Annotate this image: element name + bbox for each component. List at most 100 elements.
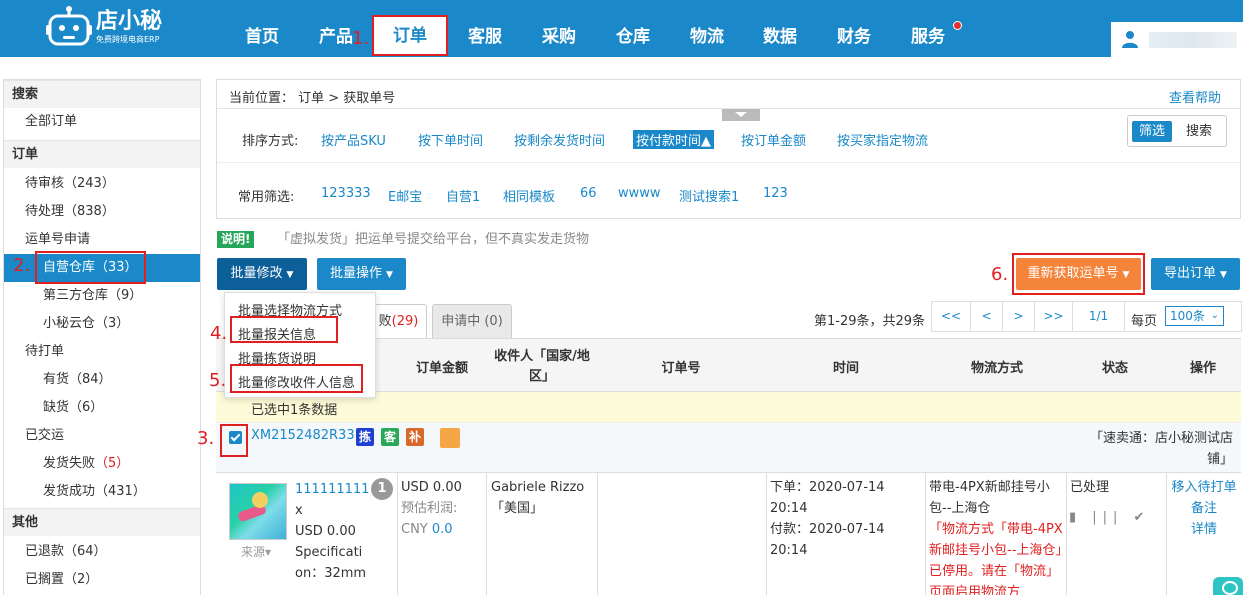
sort-by-remaining-time[interactable]: 按剩余发货时间 xyxy=(514,130,605,149)
logistics-method: 带电-4PX新邮挂号小包--上海仓 xyxy=(929,480,1050,516)
help-link[interactable]: 查看帮助 xyxy=(1169,87,1221,106)
sidebar-item-pending-review[interactable]: 待审核（243） xyxy=(4,170,200,198)
th-status: 状态 xyxy=(1101,361,1128,376)
nav-purchase[interactable]: 采购 xyxy=(536,0,582,57)
sidebar-item-label: 待处理 xyxy=(25,204,65,219)
logo[interactable]: 店小秘 免费跨境电商ERP xyxy=(46,6,162,48)
filter-chip[interactable]: 测试搜索1 xyxy=(679,186,739,205)
filter-chip[interactable]: 66 xyxy=(580,186,597,201)
product-link[interactable]: 111111111 xyxy=(295,482,369,497)
logo-name: 店小秘 xyxy=(96,9,163,34)
sidebar-item-label: 缺货 xyxy=(43,400,70,415)
nav-services[interactable]: 服务 xyxy=(905,0,951,57)
batch-ops-button[interactable]: 批量操作 ▼ xyxy=(317,258,406,290)
status-value: 已处理 xyxy=(1070,480,1110,495)
pager-prev-button[interactable]: < xyxy=(971,302,1003,331)
sidebar-item-cloud-warehouse[interactable]: 小秘云仓（3） xyxy=(4,310,200,338)
sidebar-item-count: （431） xyxy=(95,484,146,499)
batch-edit-button[interactable]: 批量修改 ▼ xyxy=(217,258,307,290)
sidebar-item-label: 已搁置 xyxy=(25,572,65,587)
nav-order-active[interactable]: 订单 xyxy=(372,15,448,56)
sidebar-item-ship-success[interactable]: 发货成功（431） xyxy=(4,478,200,506)
amount-cell: USD 0.00 预估利润: CNY 0.0 xyxy=(401,477,485,540)
status-cell: 已处理 xyxy=(1070,477,1164,498)
nav-home[interactable]: 首页 xyxy=(239,0,285,57)
sidebar-item-pending-process[interactable]: 待处理（838） xyxy=(4,198,200,226)
sidebar-item-label: 已退款 xyxy=(25,544,65,559)
recipient-name: Gabriele Rizzo xyxy=(491,480,585,495)
th-recipient: 收件人「国家/地区」 xyxy=(494,349,590,384)
order-number-link[interactable]: XM2152482R33 xyxy=(251,428,355,443)
tab-count: (29) xyxy=(391,314,419,329)
sidebar-item-refunded[interactable]: 已退款（64） xyxy=(4,538,200,566)
th-order-no: 订单号 xyxy=(661,361,701,376)
tag-flag[interactable] xyxy=(440,428,460,448)
sidebar-item-label: 发货失败 xyxy=(43,456,96,471)
details-link[interactable]: 详情 xyxy=(1191,522,1217,537)
note-badge: 说明! xyxy=(217,231,255,248)
source-dropdown[interactable]: 来源▾ xyxy=(241,543,271,560)
toggle-filter[interactable]: 筛选 xyxy=(1132,121,1172,142)
tab-pending[interactable]: 申请中 (0) xyxy=(432,304,512,338)
row-op-icons[interactable]: ▮ ||| ✔ xyxy=(1069,510,1150,525)
sidebar-item-to-print[interactable]: 待打单 xyxy=(4,338,200,366)
per-page-select[interactable]: 100条 ⌄ xyxy=(1165,306,1224,326)
filter-panel: 当前位置： 订单 > 获取单号 查看帮助 排序方式: 按产品SKU 按下单时间 … xyxy=(216,79,1241,219)
nav-service[interactable]: 客服 xyxy=(462,0,508,57)
chat-support-icon[interactable] xyxy=(1213,577,1243,595)
sidebar-item-count: （5） xyxy=(95,456,130,471)
th-actions: 操作 xyxy=(1189,361,1216,376)
per-page-value: 100条 xyxy=(1170,309,1205,323)
nav-finance[interactable]: 财务 xyxy=(831,0,877,57)
filter-chip[interactable]: 123333 xyxy=(321,186,371,201)
sort-by-pay-time[interactable]: 按付款时间▲ xyxy=(633,130,714,149)
sidebar-item-out-of-stock[interactable]: 缺货（6） xyxy=(4,394,200,422)
annotation-6: 6. xyxy=(991,264,1009,285)
pager-first-button[interactable]: << xyxy=(932,302,971,331)
button-label: 导出订单 xyxy=(1164,266,1217,281)
sidebar-item-ship-failed[interactable]: 发货失败（5） xyxy=(4,450,200,478)
sidebar-item-third-party-warehouse[interactable]: 第三方仓库（9） xyxy=(4,282,200,310)
sort-by-sku[interactable]: 按产品SKU xyxy=(321,130,386,149)
sidebar-item-label: 待打单 xyxy=(25,344,65,359)
filter-chip[interactable]: 相同模板 xyxy=(503,186,555,205)
annotation-box-customs xyxy=(230,316,338,343)
sort-by-buyer-logistics[interactable]: 按买家指定物流 xyxy=(837,130,928,149)
tag-supplement: 补 xyxy=(406,428,424,446)
product-price: USD 0.00 xyxy=(295,524,356,539)
pager-last-button[interactable]: >> xyxy=(1035,302,1073,331)
sidebar-item-waybill-apply[interactable]: 运单号申请 xyxy=(4,226,200,254)
collapse-toggle-icon[interactable] xyxy=(722,109,760,121)
sort-by-order-time[interactable]: 按下单时间 xyxy=(418,130,483,149)
sidebar-item-all-orders[interactable]: 全部订单 xyxy=(4,108,200,136)
filter-chip[interactable]: wwww xyxy=(618,186,661,201)
nav-data[interactable]: 数据 xyxy=(757,0,803,57)
nav-logistics[interactable]: 物流 xyxy=(684,0,730,57)
sort-by-amount[interactable]: 按订单金额 xyxy=(741,130,806,149)
export-orders-button[interactable]: 导出订单 ▼ xyxy=(1151,258,1240,290)
filter-chip[interactable]: E邮宝 xyxy=(388,186,422,205)
top-nav-bar: 店小秘 免费跨境电商ERP 首页 产品 客服 采购 仓库 物流 数据 财务 服务 xyxy=(0,0,1243,57)
tag-pick: 拣 xyxy=(356,428,374,446)
filter-label: 常用筛选: xyxy=(238,190,295,205)
nav-warehouse[interactable]: 仓库 xyxy=(610,0,656,57)
user-menu[interactable] xyxy=(1111,22,1243,57)
filter-chip[interactable]: 自营1 xyxy=(446,186,480,205)
sidebar-item-in-stock[interactable]: 有货（84） xyxy=(4,366,200,394)
col-divider xyxy=(925,473,926,595)
th-logistics: 物流方式 xyxy=(970,361,1023,376)
filter-chip[interactable]: 123 xyxy=(763,186,788,201)
toggle-search[interactable]: 搜索 xyxy=(1178,121,1220,142)
product-thumbnail[interactable] xyxy=(229,483,287,540)
product-info: 111111111 x USD 0.00 Specification：32mm xyxy=(295,479,369,584)
sidebar-head-orders: 订单 xyxy=(4,140,200,168)
sidebar-item-label: 有货 xyxy=(43,372,70,387)
sidebar-item-shipped[interactable]: 已交运 xyxy=(4,422,200,450)
sidebar-item-count: （84） xyxy=(69,372,112,387)
move-to-print-link[interactable]: 移入待打单 xyxy=(1171,480,1236,495)
tab-failed[interactable]: 败(29) xyxy=(370,304,427,338)
note-link[interactable]: 备注 xyxy=(1191,501,1217,516)
pager-next-button[interactable]: > xyxy=(1003,302,1035,331)
sidebar-item-on-hold[interactable]: 已搁置（2） xyxy=(4,566,200,594)
profit-value[interactable]: 0.0 xyxy=(432,522,453,537)
